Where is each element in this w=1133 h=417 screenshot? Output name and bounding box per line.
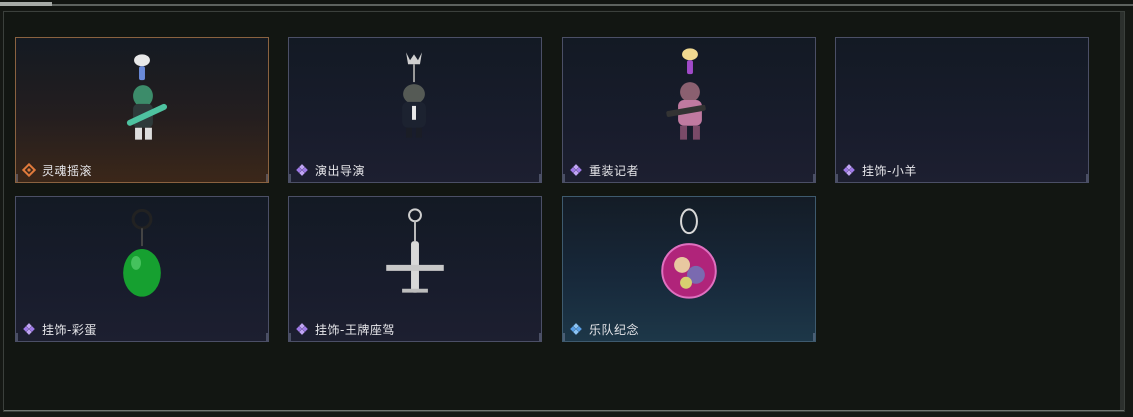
band-badge-charm-icon: [661, 208, 717, 299]
item-card-band-memento[interactable]: 乐队纪念: [562, 196, 816, 342]
item-name: 挂饰-小羊: [862, 163, 917, 178]
heavy-reporter-charm-icon: [666, 48, 706, 140]
active-tab-indicator[interactable]: [0, 2, 52, 6]
item-card-ace-ride-charm[interactable]: 挂饰-王牌座驾: [288, 196, 542, 342]
panel-scrollbar-track[interactable]: [1120, 12, 1124, 411]
epic-rarity-icon: [843, 164, 855, 176]
rare-rarity-icon: [570, 323, 582, 335]
director-figure-charm-icon: [402, 52, 426, 138]
epic-rarity-icon: [296, 323, 308, 335]
epic-rarity-icon: [296, 164, 308, 176]
item-card-heavy-reporter[interactable]: 重装记者: [562, 37, 816, 183]
item-card-soul-rock[interactable]: 灵魂摇滚: [15, 37, 269, 183]
item-name: 挂饰-彩蛋: [42, 322, 97, 337]
item-name: 灵魂摇滚: [42, 163, 93, 178]
empty-charm-icon: [836, 38, 1088, 150]
rocker-guitarist-charm-icon: [126, 54, 168, 140]
top-divider: [0, 4, 1133, 6]
epic-rarity-icon: [23, 323, 35, 335]
item-name: 挂饰-王牌座驾: [315, 322, 395, 337]
top-bar: [0, 0, 1133, 10]
item-card-easter-egg-charm[interactable]: 挂饰-彩蛋: [15, 196, 269, 342]
item-name: 演出导演: [315, 163, 366, 178]
panel-bottom-line: [4, 410, 1124, 411]
epic-rarity-icon: [570, 164, 582, 176]
item-name: 重装记者: [589, 163, 640, 178]
item-card-show-director[interactable]: 演出导演: [288, 37, 542, 183]
jet-plane-charm-icon: [386, 208, 444, 293]
legendary-rarity-icon: [22, 163, 36, 177]
item-name: 乐队纪念: [589, 322, 640, 337]
green-egg-charm-icon: [123, 208, 161, 297]
item-card-lamb-charm[interactable]: 挂饰-小羊: [835, 37, 1089, 183]
